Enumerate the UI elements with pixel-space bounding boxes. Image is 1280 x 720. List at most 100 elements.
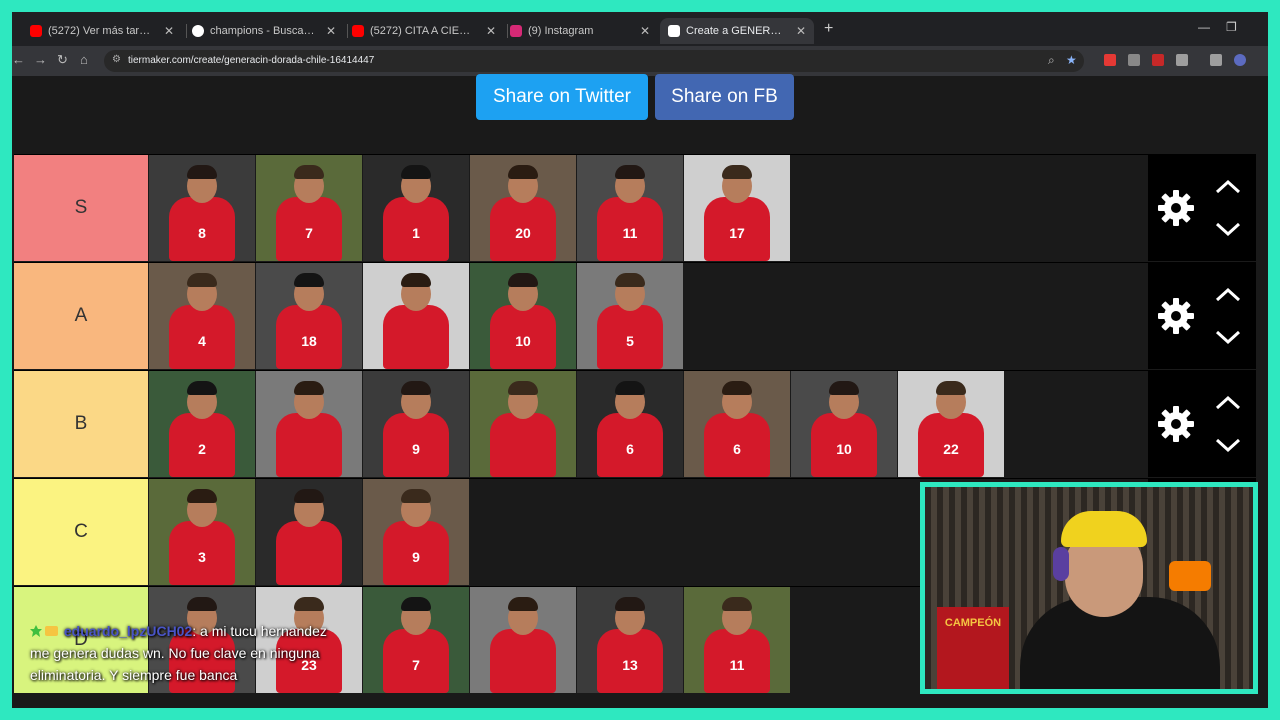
jersey-number: 8 — [198, 225, 206, 241]
player-card[interactable]: 20 — [470, 155, 576, 261]
address-bar[interactable]: ⚙ tiermaker.com/create/generacin-dorada-… — [104, 50, 1084, 72]
jersey-number: 1 — [412, 225, 420, 241]
player-card[interactable]: 6 — [684, 371, 790, 477]
home-icon[interactable]: ⌂ — [80, 53, 88, 67]
tiermaker-icon — [668, 25, 680, 37]
youtube-icon — [352, 25, 364, 37]
tab-google-search[interactable]: champions - Buscar con Google ✕ — [184, 18, 344, 44]
player-hair — [294, 381, 324, 395]
tier-label[interactable]: S — [14, 155, 148, 261]
move-up-chevron-icon[interactable] — [1214, 395, 1242, 411]
player-card[interactable]: 11 — [684, 587, 790, 693]
move-up-chevron-icon[interactable] — [1214, 179, 1242, 195]
close-tab-icon[interactable]: ✕ — [640, 24, 650, 38]
player-card[interactable]: 9 — [363, 371, 469, 477]
forward-icon[interactable]: → — [34, 53, 47, 67]
headset — [1053, 547, 1069, 581]
player-hair — [615, 273, 645, 287]
player-hair — [187, 273, 217, 287]
player-card[interactable]: 11 — [577, 155, 683, 261]
profile-avatar[interactable] — [1234, 54, 1246, 66]
tab-bar: (5272) Ver más tarde - YouTube ✕ champio… — [12, 12, 1268, 46]
player-card[interactable] — [256, 371, 362, 477]
close-tab-icon[interactable]: ✕ — [326, 24, 336, 38]
player-hair — [401, 165, 431, 179]
tab-instagram[interactable]: (9) Instagram ✕ — [502, 18, 658, 44]
move-down-chevron-icon[interactable] — [1214, 329, 1242, 345]
tab-youtube-video[interactable]: (5272) CITA A CIEGAS PARA SA... ✕ — [344, 18, 504, 44]
jersey — [490, 629, 556, 693]
player-hair — [294, 597, 324, 611]
new-tab-button[interactable]: + — [824, 21, 833, 37]
player-card[interactable] — [363, 263, 469, 369]
jersey-number: 13 — [622, 657, 638, 673]
site-info-icon[interactable]: ⚙ — [112, 54, 121, 65]
player-hair — [508, 165, 538, 179]
extension-icon[interactable] — [1152, 54, 1164, 66]
chat-badges-icon — [30, 625, 58, 637]
jersey-number: 6 — [626, 441, 634, 457]
player-card[interactable]: 10 — [470, 263, 576, 369]
player-card[interactable] — [256, 479, 362, 585]
extensions-puzzle-icon[interactable] — [1176, 54, 1188, 66]
player-card[interactable]: 18 — [256, 263, 362, 369]
move-down-chevron-icon[interactable] — [1214, 437, 1242, 453]
player-card[interactable]: 10 — [791, 371, 897, 477]
close-tab-icon[interactable]: ✕ — [796, 24, 806, 38]
move-down-chevron-icon[interactable] — [1214, 221, 1242, 237]
tier-label[interactable]: A — [14, 263, 148, 369]
jersey-number: 4 — [198, 333, 206, 349]
player-card[interactable]: 7 — [363, 587, 469, 693]
player-hair — [401, 273, 431, 287]
extension-icon[interactable] — [1128, 54, 1140, 66]
reading-list-icon[interactable] — [1210, 54, 1222, 66]
player-card[interactable]: 2 — [149, 371, 255, 477]
player-hair — [187, 489, 217, 503]
jersey-number: 3 — [198, 549, 206, 565]
player-card[interactable]: 8 — [149, 155, 255, 261]
player-card[interactable]: 6 — [577, 371, 683, 477]
jersey-number: 20 — [515, 225, 531, 241]
player-hair — [401, 597, 431, 611]
move-up-chevron-icon[interactable] — [1214, 287, 1242, 303]
tier-row: B 2 9 6 6 10 22 — [14, 370, 1256, 477]
tier-label[interactable]: C — [14, 479, 148, 585]
tab-youtube-watch-later[interactable]: (5272) Ver más tarde - YouTube ✕ — [22, 18, 182, 44]
gear-icon[interactable] — [1156, 296, 1196, 336]
player-card[interactable]: 9 — [363, 479, 469, 585]
player-card[interactable]: 5 — [577, 263, 683, 369]
gear-icon[interactable] — [1156, 188, 1196, 228]
player-card[interactable]: 7 — [256, 155, 362, 261]
webcam-overlay: CAMPEÓN — [920, 482, 1258, 694]
back-icon[interactable]: ← — [12, 53, 25, 67]
player-card[interactable]: 4 — [149, 263, 255, 369]
jersey — [383, 305, 449, 369]
player-card[interactable]: 13 — [577, 587, 683, 693]
share-twitter-button[interactable]: Share on Twitter — [476, 74, 648, 120]
share-fb-button[interactable]: Share on FB — [655, 74, 794, 120]
player-hair — [722, 165, 752, 179]
gear-icon[interactable] — [1156, 404, 1196, 444]
player-card[interactable]: 3 — [149, 479, 255, 585]
zoom-icon[interactable]: ⌕ — [1048, 53, 1055, 68]
player-card[interactable]: 22 — [898, 371, 1004, 477]
close-tab-icon[interactable]: ✕ — [164, 24, 174, 38]
player-hair — [294, 273, 324, 287]
minimize-icon[interactable]: — — [1198, 20, 1210, 34]
player-card[interactable]: 1 — [363, 155, 469, 261]
tier-label[interactable]: B — [14, 371, 148, 477]
jersey — [276, 413, 342, 477]
close-tab-icon[interactable]: ✕ — [486, 24, 496, 38]
tab-tiermaker[interactable]: Create a GENERACIÓN DORADA... ✕ — [660, 18, 814, 44]
jersey-number: 10 — [515, 333, 531, 349]
reload-icon[interactable]: ↻ — [57, 53, 68, 67]
player-card[interactable]: 17 — [684, 155, 790, 261]
tab-title: (5272) Ver más tarde - YouTube — [48, 25, 156, 37]
player-card[interactable] — [470, 371, 576, 477]
maximize-icon[interactable]: ❐ — [1226, 20, 1237, 34]
jersey-number: 18 — [301, 333, 317, 349]
bookmark-star-icon[interactable]: ★ — [1066, 53, 1077, 67]
jersey-number: 2 — [198, 441, 206, 457]
player-card[interactable] — [470, 587, 576, 693]
extension-icon[interactable] — [1104, 54, 1116, 66]
